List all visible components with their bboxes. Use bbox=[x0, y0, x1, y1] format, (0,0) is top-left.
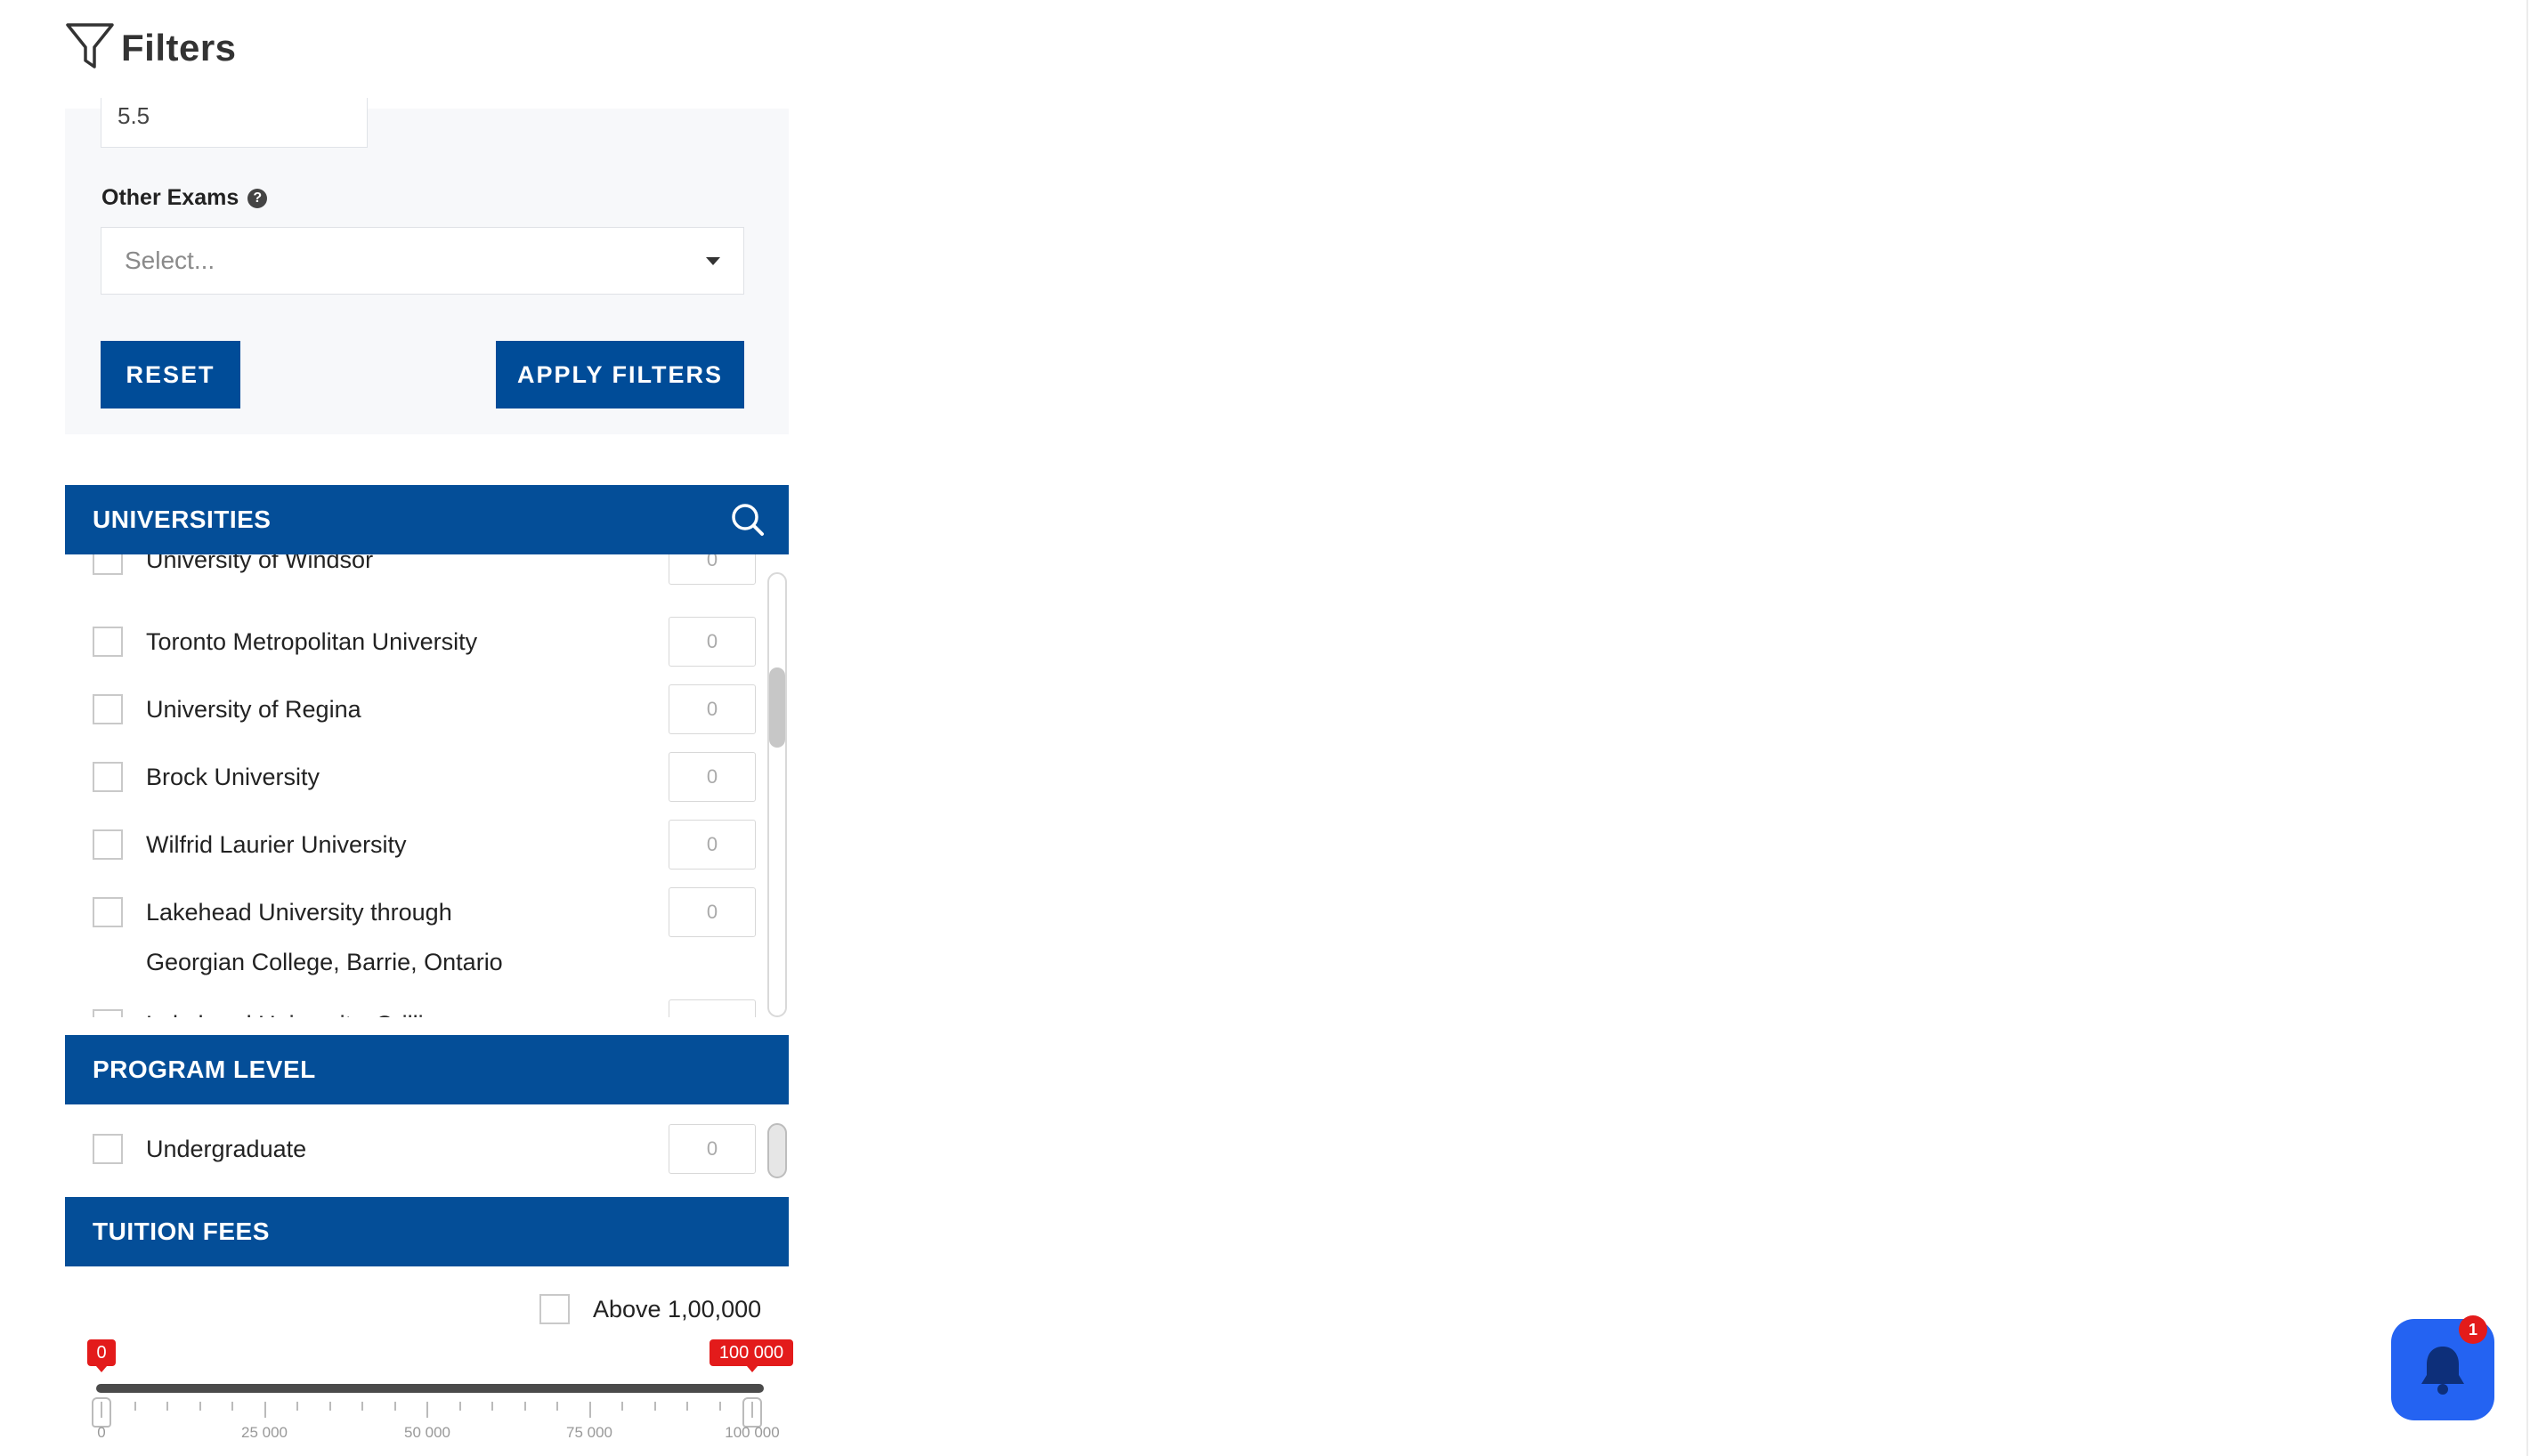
universities-header[interactable]: UNIVERSITIES bbox=[65, 485, 789, 554]
slider-tick-label: 100 000 bbox=[725, 1424, 780, 1441]
tuition-fees-title: TUITION FEES bbox=[93, 1217, 270, 1245]
slider-tick bbox=[524, 1402, 526, 1411]
list-item[interactable]: Brock University 0 bbox=[65, 752, 759, 802]
slider-tick bbox=[101, 1402, 102, 1418]
slider-tick bbox=[264, 1402, 266, 1418]
range-max-tooltip-arrow bbox=[747, 1366, 758, 1372]
program-level-title: PROGRAM LEVEL bbox=[93, 1056, 316, 1083]
tuition-slider-track[interactable] bbox=[96, 1384, 764, 1393]
university-checkbox[interactable] bbox=[93, 627, 123, 657]
university-checkbox[interactable] bbox=[93, 897, 123, 927]
list-item[interactable]: Toronto Metropolitan University 0 bbox=[65, 617, 759, 667]
program-count: 0 bbox=[669, 1124, 756, 1174]
slider-tick bbox=[719, 1402, 721, 1411]
list-item[interactable]: Undergraduate 0 bbox=[65, 1124, 789, 1174]
slider-tick bbox=[231, 1402, 233, 1411]
other-exams-select[interactable]: Select... bbox=[101, 227, 744, 295]
other-exams-label-text: Other Exams bbox=[101, 185, 239, 210]
university-checkbox[interactable] bbox=[93, 694, 123, 724]
university-count: 0 bbox=[669, 820, 756, 870]
slider-tick-label: 50 000 bbox=[404, 1424, 450, 1441]
program-checkbox[interactable] bbox=[93, 1134, 123, 1164]
list-item[interactable]: Lakehead University, Orillia bbox=[65, 999, 759, 1017]
slider-tick bbox=[426, 1402, 428, 1418]
universities-scrollbar[interactable] bbox=[767, 572, 787, 1017]
apply-filters-button[interactable]: APPLY FILTERS bbox=[496, 341, 744, 408]
above-checkbox[interactable] bbox=[539, 1294, 570, 1324]
range-min-tooltip-arrow bbox=[96, 1366, 107, 1372]
slider-tick bbox=[134, 1402, 136, 1411]
slider-tick bbox=[686, 1402, 688, 1411]
university-label: University of Windsor bbox=[146, 554, 374, 573]
page-scrollbar-edge bbox=[2526, 0, 2528, 1456]
notification-badge: 1 bbox=[2459, 1315, 2487, 1344]
reset-button[interactable]: RESET bbox=[101, 341, 240, 408]
slider-tick bbox=[166, 1402, 168, 1411]
chevron-down-icon bbox=[706, 256, 720, 265]
university-count: 0 bbox=[669, 887, 756, 937]
university-checkbox[interactable] bbox=[93, 762, 123, 792]
slider-tick bbox=[459, 1402, 461, 1411]
slider-tick-label: 75 000 bbox=[566, 1424, 612, 1441]
list-item[interactable]: Lakehead University through Georgian Col… bbox=[65, 887, 759, 987]
university-count: 0 bbox=[669, 554, 756, 585]
search-icon[interactable] bbox=[730, 502, 766, 538]
list-item[interactable]: Wilfrid Laurier University 0 bbox=[65, 820, 759, 870]
band-score-input[interactable]: 5.5 bbox=[101, 98, 368, 148]
university-label: Toronto Metropolitan University bbox=[146, 628, 478, 655]
program-level-header[interactable]: PROGRAM LEVEL bbox=[65, 1035, 789, 1104]
university-label: Lakehead University through Georgian Col… bbox=[146, 899, 503, 975]
slider-tick bbox=[361, 1402, 363, 1411]
slider-tick-label: 25 000 bbox=[241, 1424, 288, 1441]
university-checkbox[interactable] bbox=[93, 1009, 123, 1017]
universities-list[interactable]: University of Windsor 0 Toronto Metropol… bbox=[65, 554, 789, 1017]
list-item[interactable]: University of Windsor 0 bbox=[65, 554, 759, 585]
range-min-tooltip: 0 bbox=[87, 1339, 116, 1366]
universities-scroll-thumb[interactable] bbox=[769, 667, 785, 748]
slider-tick bbox=[589, 1402, 591, 1418]
university-checkbox[interactable] bbox=[93, 554, 123, 575]
university-count bbox=[669, 999, 756, 1017]
slider-tick bbox=[621, 1402, 623, 1411]
range-max-tooltip: 100 000 bbox=[710, 1339, 793, 1366]
university-count: 0 bbox=[669, 617, 756, 667]
slider-tick-label: 0 bbox=[97, 1424, 106, 1441]
university-label: Wilfrid Laurier University bbox=[146, 831, 407, 858]
above-label: Above 1,00,000 bbox=[593, 1296, 762, 1323]
slider-tick bbox=[751, 1402, 753, 1418]
university-checkbox[interactable] bbox=[93, 829, 123, 860]
slider-tick bbox=[556, 1402, 558, 1411]
bell-icon bbox=[2421, 1347, 2464, 1395]
slider-tick bbox=[296, 1402, 298, 1411]
list-item[interactable]: University of Regina 0 bbox=[65, 684, 759, 734]
universities-title: UNIVERSITIES bbox=[93, 506, 272, 533]
university-count: 0 bbox=[669, 684, 756, 734]
other-exams-label: Other Exams ? bbox=[101, 185, 268, 211]
filters-title: Filters bbox=[121, 27, 237, 69]
other-exams-placeholder: Select... bbox=[125, 247, 215, 274]
program-label: Undergraduate bbox=[146, 1136, 307, 1162]
program-level-scrollbar[interactable] bbox=[767, 1123, 787, 1178]
university-label: University of Regina bbox=[146, 696, 361, 723]
tuition-fees-header[interactable]: TUITION FEES bbox=[65, 1197, 789, 1266]
university-label: Lakehead University, Orillia bbox=[146, 999, 645, 1017]
slider-tick bbox=[199, 1402, 201, 1411]
university-label: Brock University bbox=[146, 764, 320, 790]
funnel-icon bbox=[64, 20, 116, 77]
filters-header: Filters bbox=[64, 21, 237, 75]
slider-tick bbox=[394, 1402, 396, 1411]
slider-tick bbox=[654, 1402, 656, 1411]
university-count: 0 bbox=[669, 752, 756, 802]
slider-tick bbox=[491, 1402, 493, 1411]
question-circle-icon[interactable]: ? bbox=[247, 188, 268, 208]
slider-tick bbox=[329, 1402, 331, 1411]
